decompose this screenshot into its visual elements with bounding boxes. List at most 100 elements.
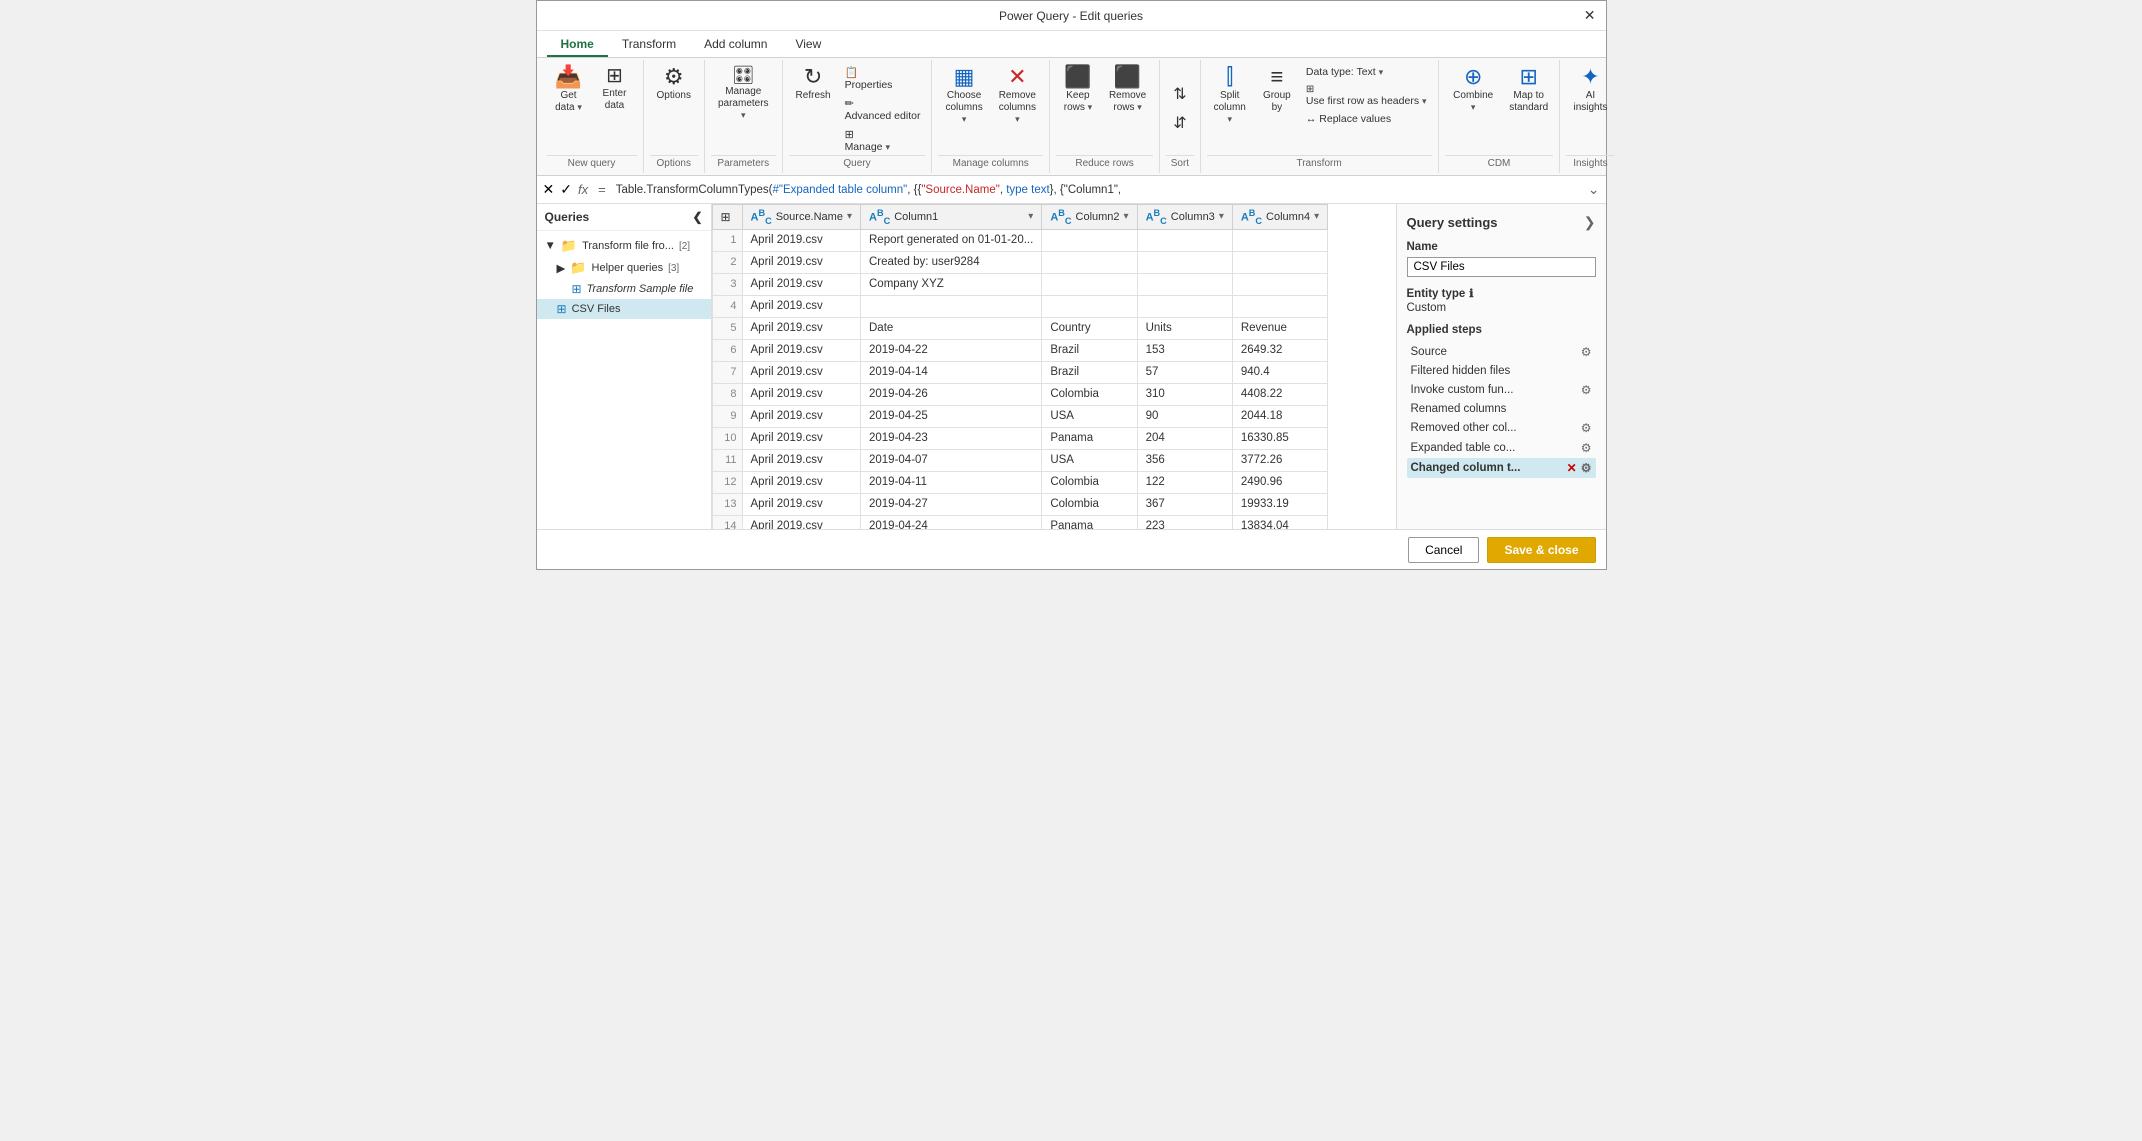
step-item-renamed_cols[interactable]: Renamed columns	[1407, 400, 1596, 418]
row-number: 11	[712, 449, 742, 471]
step-gear-icon[interactable]: ⚙	[1581, 421, 1592, 435]
col-filter-icon[interactable]: ▾	[847, 211, 852, 222]
col-filter-icon[interactable]: ▾	[1219, 211, 1224, 222]
manage-button[interactable]: ⊞ Manage ▾	[840, 126, 926, 155]
remove-rows-button[interactable]: ⬛ Removerows ▾	[1102, 62, 1153, 118]
cell-source-name: April 2019.csv	[742, 361, 861, 383]
keep-rows-button[interactable]: ⬛ Keeprows ▾	[1056, 62, 1100, 118]
cell-col1: 2019-04-23	[861, 427, 1042, 449]
options-button[interactable]: ⚙ Options	[650, 62, 698, 106]
col-header-column3[interactable]: ABC Column3 ▾	[1137, 205, 1232, 230]
cell-col4	[1232, 295, 1327, 317]
queries-title: Queries	[545, 210, 590, 224]
choose-columns-button[interactable]: ▦ Choosecolumns ▾	[938, 62, 989, 130]
ribbon-group-cdm: ⊕ Combine ▾ ⊞ Map tostandard CDM	[1439, 60, 1561, 173]
cell-col1: 2019-04-11	[861, 471, 1042, 493]
cell-col1: Company XYZ	[861, 273, 1042, 295]
ribbon-group-insights: ✦ AIinsights Insights	[1560, 60, 1620, 173]
use-first-row-button[interactable]: ⊞ Use first row as headers ▾	[1301, 82, 1432, 109]
col-header-column4[interactable]: ABC Column4 ▾	[1232, 205, 1327, 230]
get-data-button[interactable]: 📥 Getdata ▾	[547, 62, 591, 118]
cell-col3: 204	[1137, 427, 1232, 449]
save-close-button[interactable]: Save & close	[1487, 537, 1595, 563]
cell-col3: 367	[1137, 493, 1232, 515]
query-item-transform-sample[interactable]: ⊞ Transform Sample file	[537, 279, 711, 299]
cell-col3: 57	[1137, 361, 1232, 383]
remove-columns-button[interactable]: ✕ Removecolumns ▾	[992, 62, 1043, 130]
formula-input[interactable]: Table.TransformColumnTypes(#"Expanded ta…	[616, 184, 1582, 196]
query-settings-expand-icon[interactable]: ❯	[1584, 214, 1596, 231]
step-item-invoke_custom[interactable]: Invoke custom fun...⚙	[1407, 380, 1596, 400]
cell-col2: USA	[1042, 405, 1137, 427]
advanced-editor-button[interactable]: ✏ Advanced editor	[840, 95, 926, 124]
table-row: 13 April 2019.csv 2019-04-27 Colombia 36…	[712, 493, 1328, 515]
refresh-button[interactable]: ↻ Refresh	[789, 62, 838, 106]
combine-button[interactable]: ⊕ Combine ▾	[1445, 62, 1502, 118]
step-gear-icon[interactable]: ⚙	[1581, 441, 1592, 455]
cell-col4: 19933.19	[1232, 493, 1327, 515]
step-label: Filtered hidden files	[1411, 365, 1511, 377]
tab-add-column[interactable]: Add column	[690, 31, 781, 57]
cell-col1: 2019-04-25	[861, 405, 1042, 427]
formula-check-icon[interactable]: ✓	[560, 181, 572, 198]
cell-col1: 2019-04-07	[861, 449, 1042, 471]
sort-asc-button[interactable]: ⇅	[1166, 80, 1193, 108]
col-header-source-name[interactable]: ABC Source.Name ▾	[742, 205, 861, 230]
query-item-helper-queries[interactable]: ▶ 📁 Helper queries [3]	[537, 257, 711, 279]
query-item-transform-file[interactable]: ▼ 📁 Transform file fro... [2]	[537, 235, 711, 257]
step-gear-icon[interactable]: ⚙	[1581, 383, 1592, 397]
map-to-standard-button[interactable]: ⊞ Map tostandard	[1504, 62, 1554, 118]
step-item-filtered_hidden[interactable]: Filtered hidden files	[1407, 362, 1596, 380]
col-filter-icon[interactable]: ▾	[1314, 211, 1319, 222]
row-number: 2	[712, 251, 742, 273]
folder-icon: 📁	[570, 260, 586, 276]
replace-values-button[interactable]: ↔ Replace values	[1301, 111, 1432, 127]
properties-button[interactable]: 📋 Properties	[840, 64, 926, 93]
col-header-column2[interactable]: ABC Column2 ▾	[1042, 205, 1137, 230]
enter-data-button[interactable]: ⊞ Enterdata	[593, 62, 637, 116]
queries-collapse-icon[interactable]: ❮	[692, 210, 702, 224]
tab-home[interactable]: Home	[547, 31, 608, 57]
cell-source-name: April 2019.csv	[742, 317, 861, 339]
grid-select-all-icon[interactable]: ⊞	[721, 210, 731, 224]
cancel-button[interactable]: Cancel	[1408, 537, 1479, 563]
split-column-button[interactable]: ⫿ Splitcolumn ▾	[1207, 62, 1253, 130]
cell-col4: 4408.22	[1232, 383, 1327, 405]
name-input[interactable]	[1407, 257, 1596, 277]
tab-view[interactable]: View	[781, 31, 835, 57]
manage-parameters-button[interactable]: 🎛 Manageparameters ▾	[711, 62, 776, 126]
data-grid-wrapper[interactable]: ⊞ ABC Source.Name ▾	[712, 204, 1396, 529]
step-item-expanded_table[interactable]: Expanded table co...⚙	[1407, 438, 1596, 458]
tab-transform[interactable]: Transform	[608, 31, 690, 57]
formula-delete-icon[interactable]: ✕	[543, 181, 555, 198]
new-query-label: New query	[547, 155, 637, 171]
query-item-label: Transform file fro...	[582, 240, 674, 252]
formula-eq-label: =	[598, 182, 606, 197]
col-header-column1[interactable]: ABC Column1 ▾	[861, 205, 1042, 230]
data-type-button[interactable]: Data type: Text ▾	[1301, 64, 1432, 80]
query-item-csv-files[interactable]: ⊞ CSV Files	[537, 299, 711, 319]
ai-insights-button[interactable]: ✦ AIinsights	[1566, 62, 1614, 118]
formula-expand-icon[interactable]: ⌄	[1588, 181, 1600, 198]
step-item-removed_other[interactable]: Removed other col...⚙	[1407, 418, 1596, 438]
step-gear-icon[interactable]: ⚙	[1581, 345, 1592, 359]
queries-list: ▼ 📁 Transform file fro... [2] ▶ 📁 Helper…	[537, 231, 711, 529]
step-item-source[interactable]: Source⚙	[1407, 342, 1596, 362]
col-filter-icon[interactable]: ▾	[1124, 211, 1129, 222]
ribbon: 📥 Getdata ▾ ⊞ Enterdata New query ⚙ Opti…	[537, 58, 1606, 176]
step-delete-icon[interactable]: ✕	[1567, 461, 1577, 475]
cell-col1: Date	[861, 317, 1042, 339]
table-row: 12 April 2019.csv 2019-04-11 Colombia 12…	[712, 471, 1328, 493]
col-filter-icon[interactable]: ▾	[1028, 211, 1033, 222]
main-area: Queries ❮ ▼ 📁 Transform file fro... [2] …	[537, 204, 1606, 529]
step-gear-icon[interactable]: ⚙	[1581, 461, 1592, 475]
sort-desc-button[interactable]: ⇵	[1166, 109, 1193, 137]
col-label: Column1	[894, 211, 938, 223]
step-item-changed_col_type[interactable]: Changed column t...✕⚙	[1407, 458, 1596, 478]
ribbon-tabs: Home Transform Add column View	[537, 31, 1606, 58]
cell-col3	[1137, 273, 1232, 295]
close-button[interactable]: ✕	[1584, 7, 1596, 24]
group-by-button[interactable]: ≡ Groupby	[1255, 62, 1299, 118]
cell-col1: 2019-04-24	[861, 515, 1042, 529]
entity-type-info-icon: ℹ	[1469, 287, 1473, 300]
